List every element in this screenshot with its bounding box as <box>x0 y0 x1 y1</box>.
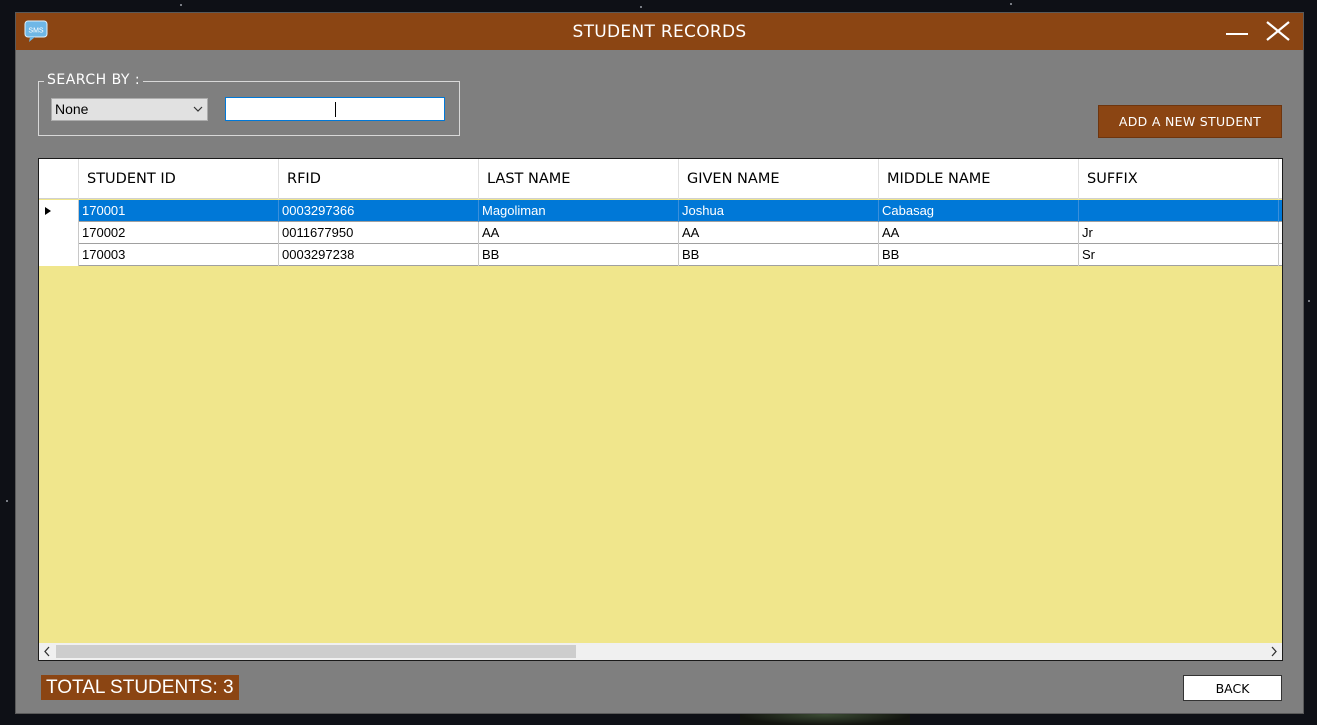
row-header[interactable] <box>39 244 79 266</box>
back-button[interactable]: BACK <box>1183 675 1282 701</box>
background-star <box>6 500 8 502</box>
cell-suffix[interactable]: Jr <box>1079 222 1279 244</box>
scroll-left-icon[interactable] <box>39 643 56 660</box>
search-field-value: None <box>55 101 89 117</box>
table-header: STUDENT ID RFID LAST NAME GIVEN NAME MID… <box>39 159 1282 199</box>
scroll-right-icon[interactable] <box>1265 643 1282 660</box>
student-records-window: SMS STUDENT RECORDS SEARCH BY : None ADD… <box>15 12 1304 714</box>
add-new-student-button[interactable]: ADD A NEW STUDENT <box>1098 105 1282 138</box>
cell-rfid[interactable]: 0003297366 <box>279 200 479 222</box>
text-caret <box>335 102 336 117</box>
cell-given-name[interactable]: AA <box>679 222 879 244</box>
background-star <box>1308 300 1310 302</box>
column-header-last-name[interactable]: LAST NAME <box>479 159 679 199</box>
chevron-down-icon <box>193 106 203 112</box>
column-header-student-id[interactable]: STUDENT ID <box>79 159 279 199</box>
cell-given-name[interactable]: Joshua <box>679 200 879 222</box>
cell-last-name[interactable]: BB <box>479 244 679 266</box>
row-header[interactable] <box>39 200 79 222</box>
table-row[interactable]: 170001 0003297366 Magoliman Joshua Cabas… <box>39 200 1282 222</box>
table-row[interactable]: 170003 0003297238 BB BB BB Sr <box>39 244 1282 266</box>
table-row[interactable]: 170002 0011677950 AA AA AA Jr <box>39 222 1282 244</box>
cell-student-id[interactable]: 170001 <box>79 200 279 222</box>
background-star <box>1010 3 1012 5</box>
window-title: STUDENT RECORDS <box>572 22 747 42</box>
cell-middle-name[interactable]: BB <box>879 244 1079 266</box>
total-students-label: TOTAL STUDENTS: 3 <box>41 675 239 700</box>
cell-suffix[interactable] <box>1079 200 1279 222</box>
background-star <box>180 4 182 6</box>
scrollbar-thumb[interactable] <box>56 645 576 658</box>
row-header-corner <box>39 159 79 199</box>
cell-rfid[interactable]: 0003297238 <box>279 244 479 266</box>
cell-middle-name[interactable]: AA <box>879 222 1079 244</box>
column-header-middle-name[interactable]: MIDDLE NAME <box>879 159 1079 199</box>
close-icon[interactable] <box>1263 17 1293 45</box>
background-star <box>640 6 642 8</box>
row-header[interactable] <box>39 222 79 244</box>
search-field-select[interactable]: None <box>51 98 208 121</box>
cell-middle-name[interactable]: Cabasag <box>879 200 1079 222</box>
cell-last-name[interactable]: Magoliman <box>479 200 679 222</box>
minimize-icon[interactable] <box>1222 17 1252 45</box>
cell-rfid[interactable]: 0011677950 <box>279 222 479 244</box>
cell-last-name[interactable]: AA <box>479 222 679 244</box>
column-header-given-name[interactable]: GIVEN NAME <box>679 159 879 199</box>
cell-student-id[interactable]: 170003 <box>79 244 279 266</box>
current-row-indicator-icon <box>45 207 51 215</box>
cell-given-name[interactable]: BB <box>679 244 879 266</box>
student-records-table[interactable]: STUDENT ID RFID LAST NAME GIVEN NAME MID… <box>38 158 1283 661</box>
horizontal-scrollbar[interactable] <box>39 643 1282 660</box>
title-bar[interactable]: SMS STUDENT RECORDS <box>16 13 1303 50</box>
cell-suffix[interactable]: Sr <box>1079 244 1279 266</box>
column-header-suffix[interactable]: SUFFIX <box>1079 159 1279 199</box>
column-header-rfid[interactable]: RFID <box>279 159 479 199</box>
cell-student-id[interactable]: 170002 <box>79 222 279 244</box>
search-group-label: SEARCH BY : <box>44 72 144 88</box>
